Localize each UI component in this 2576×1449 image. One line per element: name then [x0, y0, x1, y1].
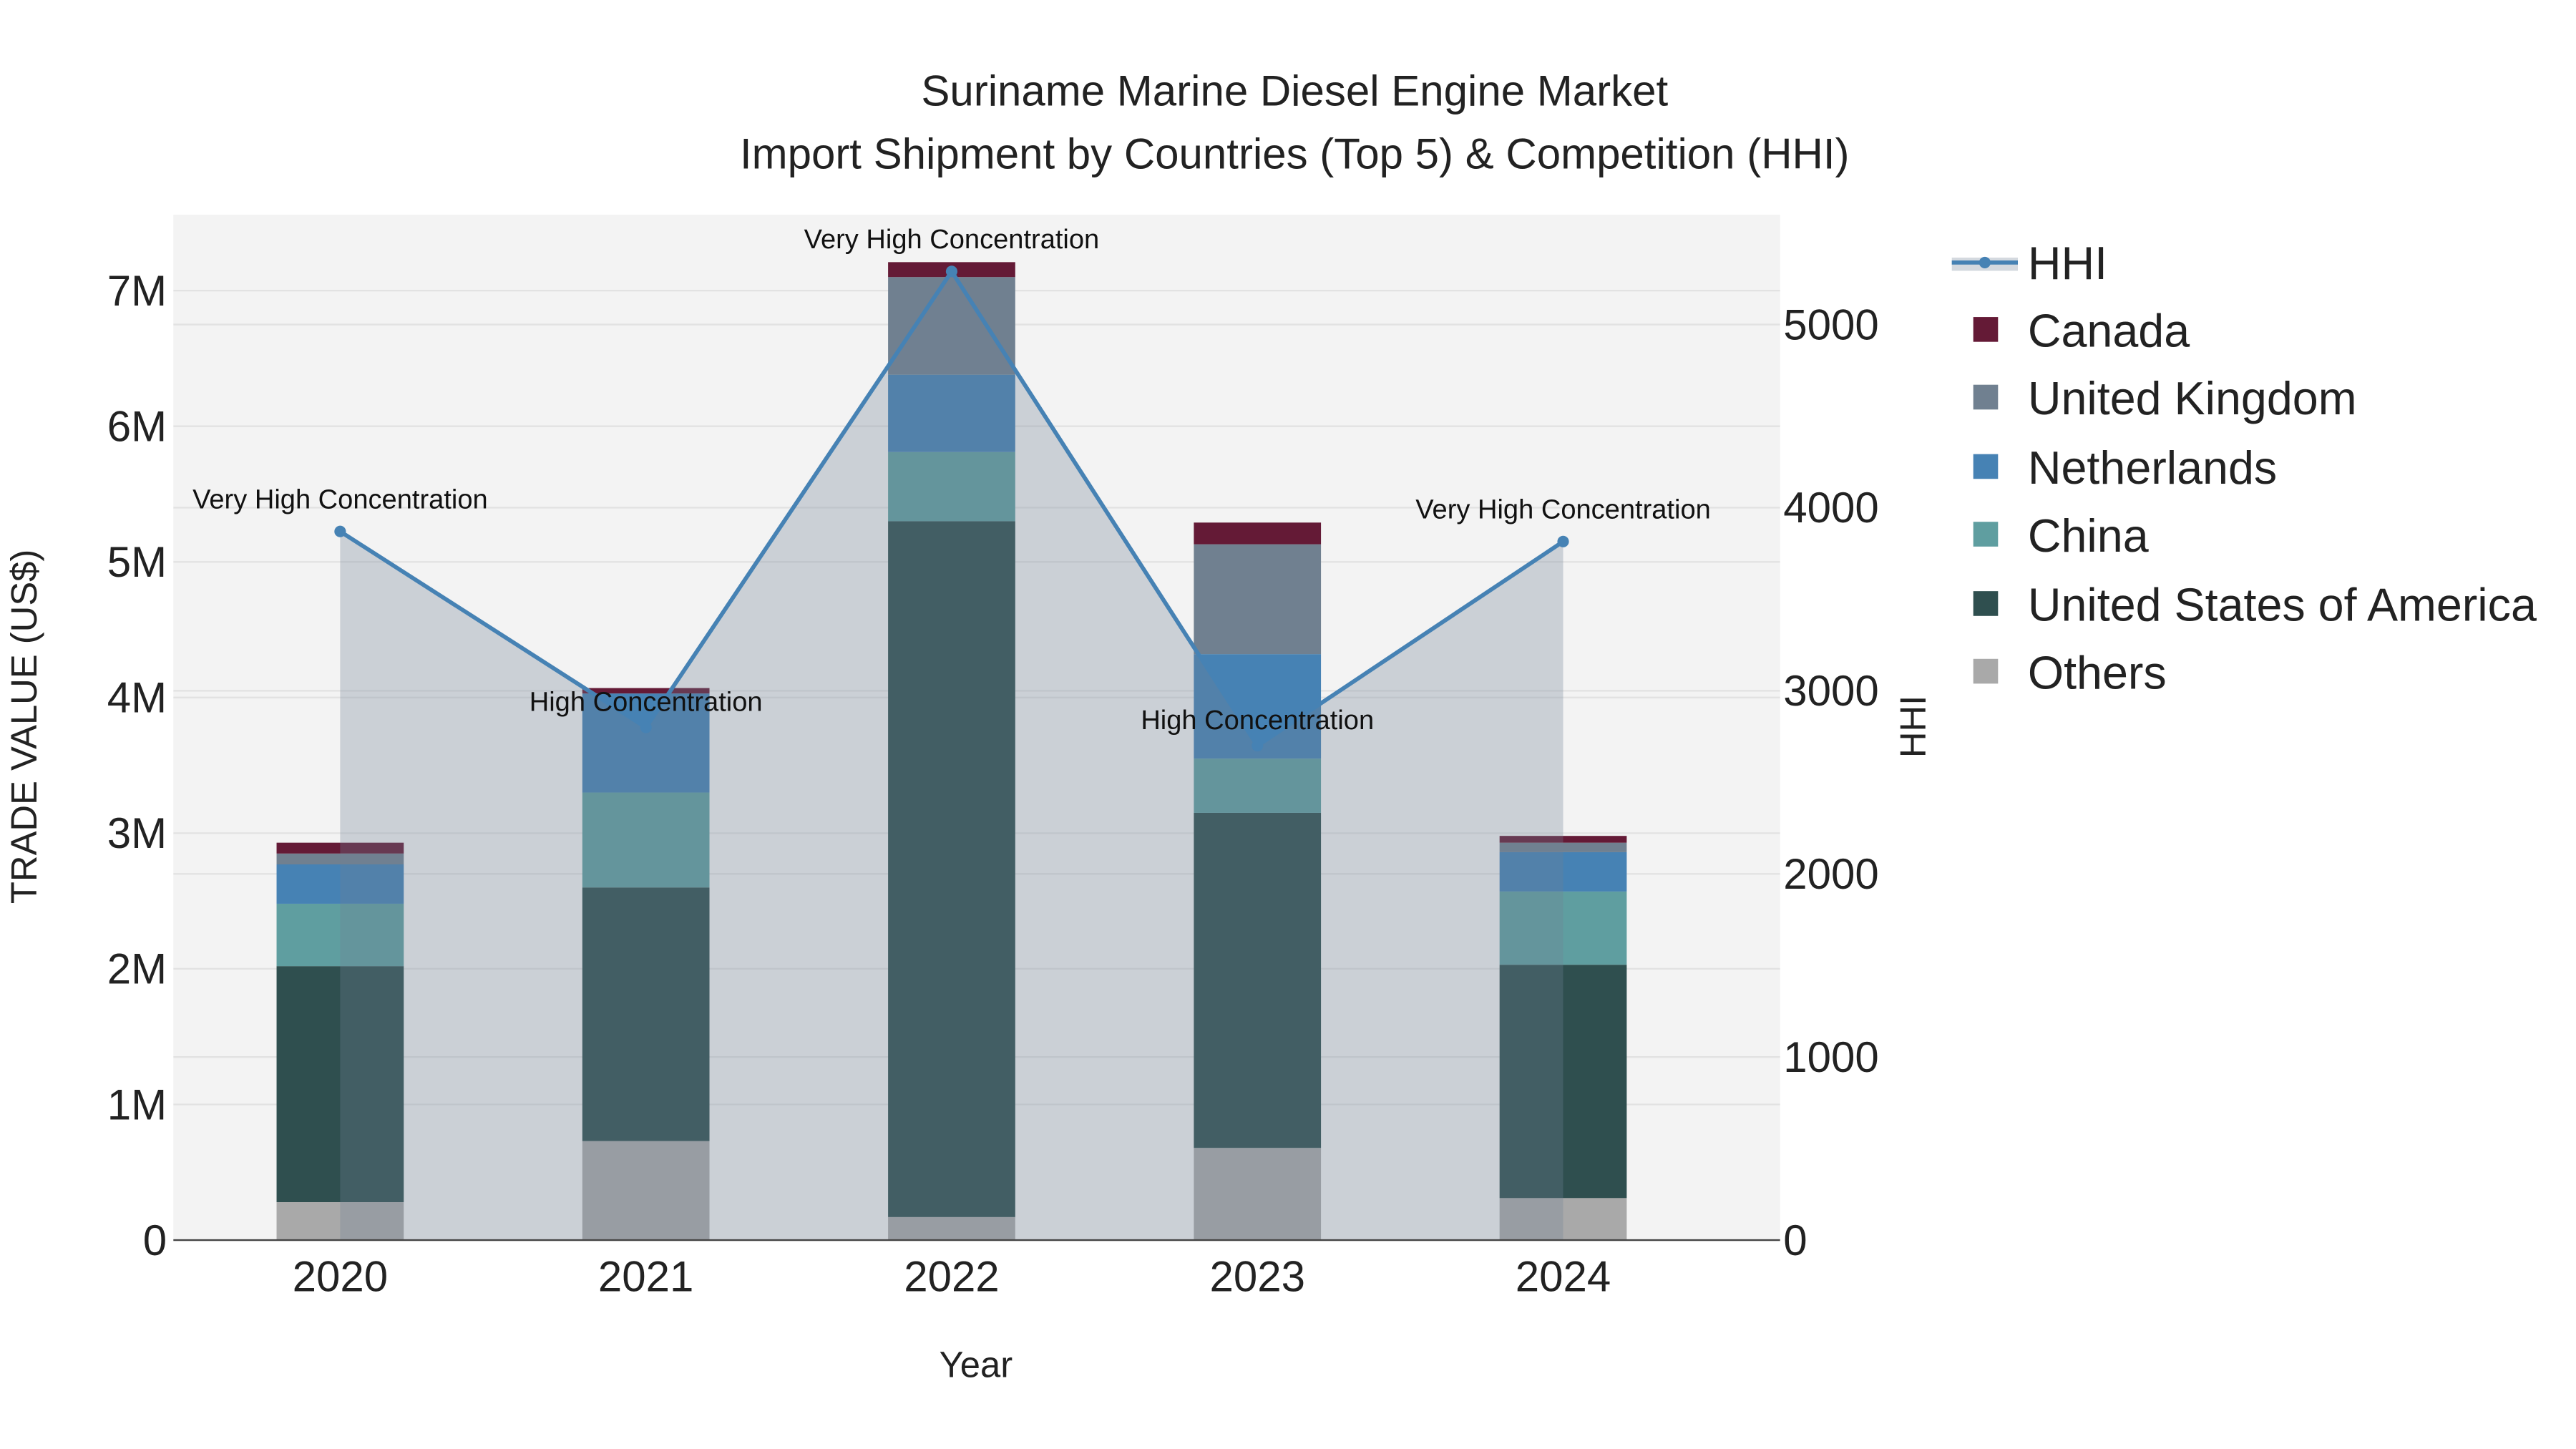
legend-label: Canada — [2028, 306, 2190, 357]
legend-swatch-netherlands — [1973, 454, 1999, 479]
legend-swatch-canada — [1973, 317, 1999, 342]
hhi-point-2022 — [945, 265, 958, 278]
y-tick-label: 0 — [143, 1216, 167, 1264]
y-tick-label: 1M — [107, 1080, 167, 1128]
legend-label: China — [2028, 510, 2149, 562]
x-tick-label: 2020 — [293, 1253, 388, 1301]
y-tick-label: 7M — [107, 267, 167, 315]
hhi-annotation: High Concentration — [1141, 706, 1374, 736]
x-axis-label: Year — [940, 1345, 1013, 1385]
bar-canada-2023 — [1194, 522, 1322, 545]
x-tick-label: 2021 — [598, 1253, 693, 1301]
y2-tick-label: 0 — [1783, 1216, 1807, 1264]
hhi-annotation: High Concentration — [530, 687, 763, 717]
legend-label: Netherlands — [2028, 442, 2277, 494]
x-tick-label: 2023 — [1209, 1253, 1304, 1301]
y-tick-label: 5M — [107, 538, 167, 586]
x-tick-label: 2022 — [904, 1253, 999, 1301]
legend-label: HHI — [2028, 238, 2107, 289]
legend-swatch-united-kingdom — [1973, 384, 1999, 410]
x-tick-label: 2024 — [1516, 1253, 1611, 1301]
y2-tick-label: 1000 — [1783, 1033, 1878, 1081]
legend-swatch-united-states-of-america — [1973, 591, 1999, 616]
hhi-point-2023 — [1252, 740, 1264, 752]
y-tick-label: 6M — [107, 402, 167, 450]
y2-tick-label: 2000 — [1783, 850, 1878, 898]
chart-title: Suriname Marine Diesel Engine Market — [921, 67, 1668, 115]
hhi-point-2020 — [334, 525, 346, 537]
hhi-point-2021 — [640, 721, 652, 733]
y-tick-label: 3M — [107, 809, 167, 857]
legend-swatch-china — [1973, 522, 1999, 547]
y-tick-label: 4M — [107, 674, 167, 722]
hhi-annotation: Very High Concentration — [804, 225, 1100, 255]
y2-tick-label: 5000 — [1783, 301, 1878, 348]
bar-united-kingdom-2023 — [1194, 544, 1322, 655]
legend-swatch-others — [1973, 658, 1999, 684]
hhi-point-2024 — [1557, 535, 1569, 547]
y2-tick-label: 3000 — [1783, 667, 1878, 715]
legend-hhi-marker — [1979, 256, 1991, 268]
y-axis-label: TRADE VALUE (US$) — [4, 550, 44, 904]
hhi-annotation: Very High Concentration — [1415, 494, 1711, 525]
y-tick-label: 2M — [107, 945, 167, 993]
y2-axis-label: HHI — [1893, 696, 1933, 758]
y2-tick-label: 4000 — [1783, 484, 1878, 532]
legend-label: Others — [2028, 647, 2167, 698]
legend-label: United States of America — [2028, 580, 2537, 631]
chart: Very High Concentration High Concentratio… — [0, 0, 2576, 1449]
legend-label: United Kingdom — [2028, 373, 2357, 424]
hhi-annotation: Very High Concentration — [192, 484, 488, 514]
chart-subtitle: Import Shipment by Countries (Top 5) & C… — [740, 130, 1850, 177]
